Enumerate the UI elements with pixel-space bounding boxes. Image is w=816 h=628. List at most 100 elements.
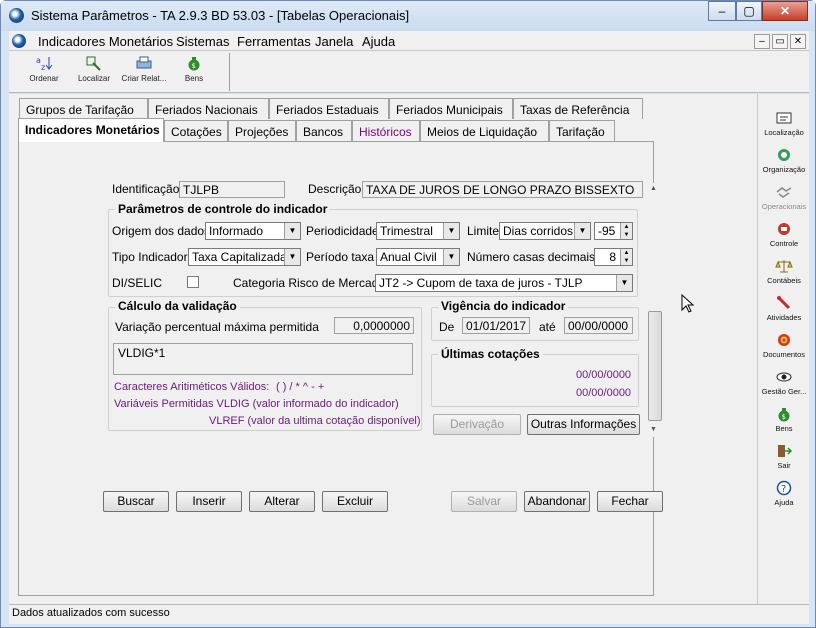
- sidebar-item-atividades[interactable]: Atividades: [758, 295, 810, 322]
- menu-sistemas[interactable]: Sistemas: [176, 34, 229, 49]
- menu-bar: Indicadores Monetários Sistemas Ferramen…: [9, 31, 809, 51]
- limite-select[interactable]: Dias corridos ▼: [499, 222, 591, 240]
- organization-icon: [775, 147, 793, 163]
- title-bar: Sistema Parâmetros - TA 2.9.3 BD 53.03 -…: [1, 1, 815, 31]
- casas-value: 8: [609, 250, 616, 264]
- exit-icon: [775, 443, 793, 459]
- menu-janela[interactable]: Janela: [315, 34, 353, 49]
- menu-indicadores[interactable]: Indicadores Monetários: [38, 34, 173, 49]
- tab-cotacoes[interactable]: Cotações: [164, 120, 228, 141]
- window-title: Sistema Parâmetros - TA 2.9.3 BD 53.03 -…: [31, 8, 410, 23]
- toolbar-ordenar[interactable]: az Ordenar: [19, 55, 69, 83]
- buscar-button[interactable]: Buscar: [103, 491, 169, 512]
- periodo-label: Período taxa: [306, 250, 375, 264]
- chevron-down-icon: ▼: [616, 275, 632, 291]
- alterar-button[interactable]: Alterar: [249, 491, 315, 512]
- sidebar-item-gestao[interactable]: Gestão Ger...: [758, 369, 810, 396]
- tab-grupos-tarifacao[interactable]: Grupos de Tarifação: [19, 98, 148, 119]
- excluir-button[interactable]: Excluir: [322, 491, 388, 512]
- scroll-down-icon[interactable]: ▼: [650, 426, 657, 433]
- casas-stepper[interactable]: 8 ▲ ▼: [594, 248, 633, 266]
- vldig-text: Variáveis Permitidas VLDIG (valor inform…: [114, 398, 399, 410]
- mdi-minimize-button[interactable]: ‒: [754, 34, 770, 49]
- chevron-down-icon: ▼: [443, 249, 459, 265]
- form-scrollbar[interactable]: ▲ ▼: [647, 183, 663, 437]
- menu-ferramentas[interactable]: Ferramentas: [237, 34, 311, 49]
- identificacao-field[interactable]: TJLPB: [179, 181, 285, 198]
- scroll-up-icon[interactable]: ▲: [650, 185, 657, 192]
- derivacao-button[interactable]: Derivação: [433, 414, 521, 435]
- tab-feriados-municipais[interactable]: Feriados Municipais: [389, 98, 513, 119]
- tab-historicos[interactable]: Históricos: [352, 120, 420, 141]
- categoria-value: JT2 -> Cupom de taxa de juros - TJLP: [379, 276, 583, 290]
- tab-feriados-nacionais[interactable]: Feriados Nacionais: [148, 98, 269, 119]
- inserir-button[interactable]: Inserir: [176, 491, 242, 512]
- toolbar-ordenar-label: Ordenar: [29, 74, 59, 83]
- toolbar: az Ordenar Localizar Criar Relat... $ Be…: [9, 51, 809, 93]
- sidebar-item-label: Sair: [777, 461, 791, 470]
- sidebar-item-organizacao[interactable]: Organização: [758, 147, 810, 174]
- spin-arrows-icon[interactable]: ▲ ▼: [620, 223, 632, 239]
- tipo-select[interactable]: Taxa Capitalizada ▼: [188, 248, 301, 266]
- sidebar-item-ajuda[interactable]: ? Ajuda: [758, 480, 810, 507]
- formula-value: VLDIG*1: [118, 346, 166, 360]
- sidebar-item-operacionais[interactable]: Operacionais: [758, 184, 810, 211]
- scrollbar-thumb[interactable]: [648, 311, 662, 421]
- tab-meios-liquidacao[interactable]: Meios de Liquidação: [420, 120, 549, 141]
- origem-select[interactable]: Informado ▼: [205, 222, 301, 240]
- minimize-button[interactable]: ‒: [708, 1, 736, 21]
- tab-projecoes[interactable]: Projeções: [228, 120, 296, 141]
- periodicidade-select[interactable]: Trimestral ▼: [376, 222, 460, 240]
- help-icon: ?: [775, 480, 793, 496]
- close-button[interactable]: ✕: [762, 1, 808, 21]
- spin-arrows-icon[interactable]: ▲ ▼: [620, 249, 632, 265]
- tab-taxas-referencia[interactable]: Taxas de Referência: [513, 98, 643, 119]
- sidebar-item-label: Contábeis: [767, 276, 801, 285]
- tab-feriados-estaduais[interactable]: Feriados Estaduais: [269, 98, 389, 119]
- sidebar-item-documentos[interactable]: Documentos: [758, 332, 810, 359]
- de-date-field[interactable]: 01/01/2017: [462, 317, 530, 334]
- tab-bancos[interactable]: Bancos: [296, 120, 352, 141]
- tipo-label: Tipo Indicador: [112, 250, 188, 264]
- caracteres-value: ( ) / * ^ - +: [276, 381, 325, 393]
- sidebar-item-label: Organização: [762, 165, 806, 174]
- status-text: Dados atualizados com sucesso: [12, 607, 170, 619]
- sidebar: Localização Organização Operacionais Con…: [757, 94, 809, 604]
- ate-date-field[interactable]: 00/00/0000: [564, 317, 633, 334]
- mdi-close-button[interactable]: ✕: [790, 34, 806, 49]
- ate-label: até: [539, 320, 556, 334]
- fechar-button[interactable]: Fechar: [597, 491, 663, 512]
- variacao-field[interactable]: 0,0000000: [334, 317, 414, 334]
- sidebar-item-sair[interactable]: Sair: [758, 443, 810, 470]
- tab-indicadores-monetarios[interactable]: Indicadores Monetários: [18, 118, 164, 142]
- diselic-checkbox[interactable]: [187, 276, 199, 288]
- chevron-down-icon: ▼: [284, 223, 300, 239]
- toolbar-localizar[interactable]: Localizar: [69, 55, 119, 83]
- salvar-button[interactable]: Salvar: [451, 491, 517, 512]
- casas-label: Número casas decimais: [467, 250, 596, 264]
- app-logo-icon: [9, 8, 24, 23]
- tab-tarifacao[interactable]: Tarifação: [549, 120, 615, 141]
- categoria-select[interactable]: JT2 -> Cupom de taxa de juros - TJLP ▼: [375, 274, 633, 292]
- menu-ajuda[interactable]: Ajuda: [362, 34, 395, 49]
- toolbar-bens[interactable]: $ Bens: [169, 55, 219, 83]
- sidebar-item-controle[interactable]: Controle: [758, 221, 810, 248]
- mdi-restore-button[interactable]: ▭: [772, 34, 788, 49]
- formula-memo[interactable]: VLDIG*1: [113, 343, 413, 375]
- maximize-button[interactable]: ▢: [736, 1, 762, 21]
- sidebar-item-label: Documentos: [762, 350, 806, 359]
- abandonar-button[interactable]: Abandonar: [524, 491, 590, 512]
- periodo-select[interactable]: Anual Civil ▼: [376, 248, 460, 266]
- de-label: De: [439, 320, 455, 334]
- toolbar-criar-relatorio[interactable]: Criar Relat...: [119, 55, 169, 83]
- sidebar-item-bens[interactable]: $ Bens: [758, 406, 810, 433]
- descricao-field[interactable]: TAXA DE JUROS DE LONGO PRAZO BISSEXTO: [362, 181, 643, 198]
- limite-stepper[interactable]: -95 ▲ ▼: [594, 222, 633, 240]
- handshake-icon: [775, 184, 793, 200]
- sidebar-item-label: Gestão Ger...: [761, 387, 807, 396]
- printer-icon: [135, 55, 153, 71]
- sidebar-item-localizacao[interactable]: Localização: [758, 110, 810, 137]
- outras-informacoes-button[interactable]: Outras Informações: [527, 414, 640, 435]
- app-menu-icon[interactable]: [12, 34, 26, 48]
- sidebar-item-contabeis[interactable]: Contábeis: [758, 258, 810, 285]
